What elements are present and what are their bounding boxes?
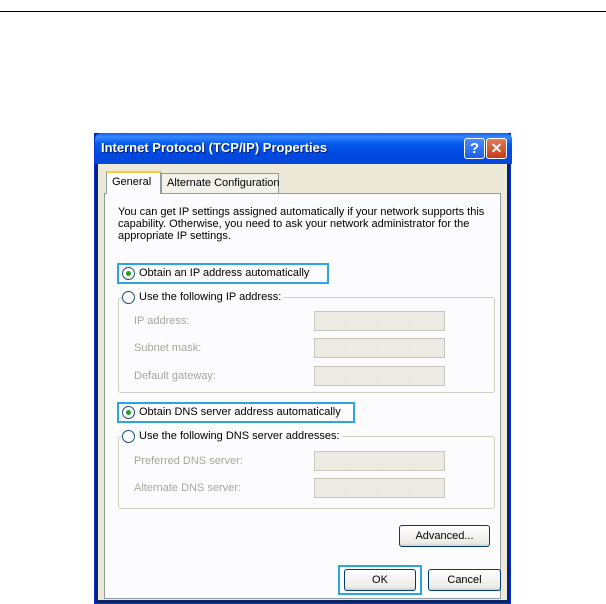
alternate-dns-field: ... — [314, 478, 445, 498]
use-following-ip-option[interactable]: Use the following IP address: — [122, 290, 284, 304]
preferred-dns-field: ... — [314, 451, 445, 471]
subnet-mask-field: ... — [314, 338, 445, 358]
dns-settings-group — [118, 436, 495, 509]
default-gateway-label: Default gateway: — [134, 370, 216, 382]
alternate-dns-label: Alternate DNS server: — [134, 482, 241, 494]
description-text: You can get IP settings assigned automat… — [118, 206, 485, 242]
help-icon[interactable]: ? — [464, 138, 485, 159]
subnet-mask-label: Subnet mask: — [134, 342, 202, 354]
use-following-dns-label: Use the following DNS server addresses: — [139, 430, 340, 442]
use-following-ip-label: Use the following IP address: — [139, 291, 282, 303]
cancel-button[interactable]: Cancel — [428, 569, 501, 591]
ip-address-field: ... — [314, 311, 445, 331]
preferred-dns-label: Preferred DNS server: — [134, 455, 243, 467]
obtain-ip-auto-radio[interactable] — [122, 266, 135, 280]
use-following-ip-radio[interactable] — [122, 290, 135, 304]
tab-general[interactable]: General — [106, 171, 161, 194]
ip-address-label: IP address: — [134, 315, 190, 327]
use-following-dns-option[interactable]: Use the following DNS server addresses: — [122, 429, 342, 443]
ok-button[interactable]: OK — [344, 569, 416, 591]
close-icon[interactable]: ✕ — [486, 138, 507, 159]
use-following-dns-radio[interactable] — [122, 429, 135, 443]
obtain-ip-auto-label: Obtain an IP address automatically — [139, 267, 310, 279]
dialog-content: You can get IP settings assigned automat… — [97, 164, 506, 600]
obtain-dns-auto-option[interactable]: Obtain DNS server address automatically — [122, 405, 343, 419]
top-divider-line — [0, 11, 606, 12]
obtain-dns-auto-radio[interactable] — [122, 405, 135, 419]
advanced-button[interactable]: Advanced... — [399, 525, 490, 547]
dialog-title: Internet Protocol (TCP/IP) Properties — [101, 140, 328, 155]
obtain-ip-auto-option[interactable]: Obtain an IP address automatically — [122, 266, 312, 280]
title-bar[interactable]: Internet Protocol (TCP/IP) Properties ? … — [95, 133, 512, 164]
obtain-dns-auto-label: Obtain DNS server address automatically — [139, 406, 341, 418]
default-gateway-field: ... — [314, 366, 445, 386]
